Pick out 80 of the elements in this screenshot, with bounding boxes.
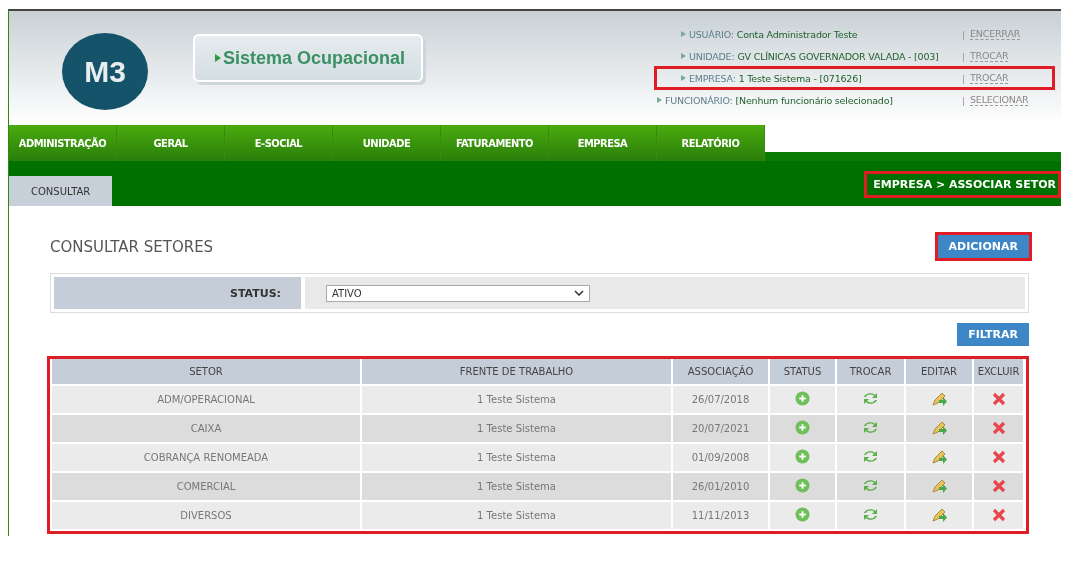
table-cell: 1 Teste Sistema xyxy=(361,472,672,501)
refresh-arrows-icon[interactable] xyxy=(862,507,879,522)
add-circle-icon[interactable] xyxy=(795,391,810,406)
table-cell: 20/07/2021 xyxy=(672,414,769,443)
info-label: UNIDADE: xyxy=(689,50,735,62)
info-value: [Nenhum funcionário selecionado] xyxy=(735,94,893,106)
refresh-arrows-icon[interactable] xyxy=(862,391,879,406)
filter-button[interactable]: FILTRAR xyxy=(957,323,1029,346)
info-label: FUNCIONÁRIO: xyxy=(665,94,733,106)
pencil-icon[interactable] xyxy=(930,477,948,494)
arrow-icon xyxy=(215,54,221,62)
menu-item[interactable]: FATURAMENTO xyxy=(441,125,549,161)
table-cell: 1 Teste Sistema xyxy=(361,414,672,443)
table-cell: 1 Teste Sistema xyxy=(361,385,672,414)
add-circle-icon[interactable] xyxy=(795,449,810,464)
menu-item[interactable]: EMPRESA xyxy=(549,125,657,161)
menu-item[interactable]: UNIDADE xyxy=(333,125,441,161)
info-label: USUÁRIO: xyxy=(689,28,734,40)
menu-item[interactable]: E-SOCIAL xyxy=(225,125,333,161)
delete-icon[interactable] xyxy=(991,507,1006,522)
separator: | xyxy=(962,72,965,84)
menu-item[interactable]: ADMINISTRAÇÃO xyxy=(9,125,117,161)
column-header: FRENTE DE TRABALHO xyxy=(361,359,672,385)
pencil-icon[interactable] xyxy=(930,506,948,523)
menu-item[interactable]: RELATÓRIO xyxy=(657,125,765,161)
column-header: STATUS xyxy=(769,359,836,385)
page-title: CONSULTAR SETORES xyxy=(50,237,214,256)
chevron-icon xyxy=(681,31,686,37)
refresh-arrows-icon[interactable] xyxy=(862,478,879,493)
table-cell: 1 Teste Sistema xyxy=(361,501,672,530)
action-link[interactable]: SELECIONAR xyxy=(970,94,1029,106)
table-cell: COBRANÇA RENOMEADA xyxy=(51,443,361,472)
logo: M3 xyxy=(62,33,148,110)
menu-item[interactable]: GERAL xyxy=(117,125,225,161)
refresh-arrows-icon[interactable] xyxy=(862,420,879,435)
add-circle-icon[interactable] xyxy=(795,478,810,493)
chevron-icon xyxy=(681,75,686,81)
separator: | xyxy=(962,94,965,106)
column-header: SETOR xyxy=(51,359,361,385)
breadcrumb: EMPRESA > ASSOCIAR SETOR xyxy=(872,177,1057,193)
column-header: EXCLUIR xyxy=(973,359,1024,385)
info-label: EMPRESA: xyxy=(689,72,736,84)
refresh-arrows-icon[interactable] xyxy=(862,449,879,464)
pencil-icon[interactable] xyxy=(930,419,948,436)
app-title: Sistema Ocupacional xyxy=(223,47,406,69)
column-header: TROCAR xyxy=(836,359,905,385)
info-value: GV CLÍNICAS GOVERNADOR VALADA - [003] xyxy=(737,50,939,62)
pencil-icon[interactable] xyxy=(930,390,948,407)
pencil-icon[interactable] xyxy=(930,448,948,465)
info-value: Conta Administrador Teste xyxy=(736,28,858,40)
chevron-icon xyxy=(681,53,686,59)
table-cell: 26/07/2018 xyxy=(672,385,769,414)
add-circle-icon[interactable] xyxy=(795,420,810,435)
table-cell: 1 Teste Sistema xyxy=(361,443,672,472)
table-cell: CAIXA xyxy=(51,414,361,443)
action-link[interactable]: TROCAR xyxy=(970,72,1009,84)
delete-icon[interactable] xyxy=(991,478,1006,493)
table-cell: ADM/OPERACIONAL xyxy=(51,385,361,414)
table-cell: 01/09/2008 xyxy=(672,443,769,472)
delete-icon[interactable] xyxy=(991,449,1006,464)
table-cell: 11/11/2013 xyxy=(672,501,769,530)
table-cell: 26/01/2010 xyxy=(672,472,769,501)
separator: | xyxy=(962,50,965,62)
filter-label: STATUS: xyxy=(54,277,301,309)
column-header: ASSOCIAÇÃO xyxy=(672,359,769,385)
action-link[interactable]: ENCERRAR xyxy=(970,28,1021,40)
action-link[interactable]: TROCAR xyxy=(970,50,1009,62)
add-circle-icon[interactable] xyxy=(795,507,810,522)
table-cell: COMERCIAL xyxy=(51,472,361,501)
separator: | xyxy=(962,28,965,40)
info-value: 1 Teste Sistema - [071626] xyxy=(738,72,862,84)
chevron-icon xyxy=(657,97,662,103)
sub-tab[interactable]: CONSULTAR xyxy=(9,176,113,206)
caret-icon xyxy=(574,290,584,296)
table-cell: DIVERSOS xyxy=(51,501,361,530)
column-header: EDITAR xyxy=(905,359,973,385)
status-select[interactable]: ATIVO xyxy=(326,284,590,302)
add-button[interactable]: ADICIONAR xyxy=(937,235,1029,258)
delete-icon[interactable] xyxy=(991,420,1006,435)
delete-icon[interactable] xyxy=(991,391,1006,406)
